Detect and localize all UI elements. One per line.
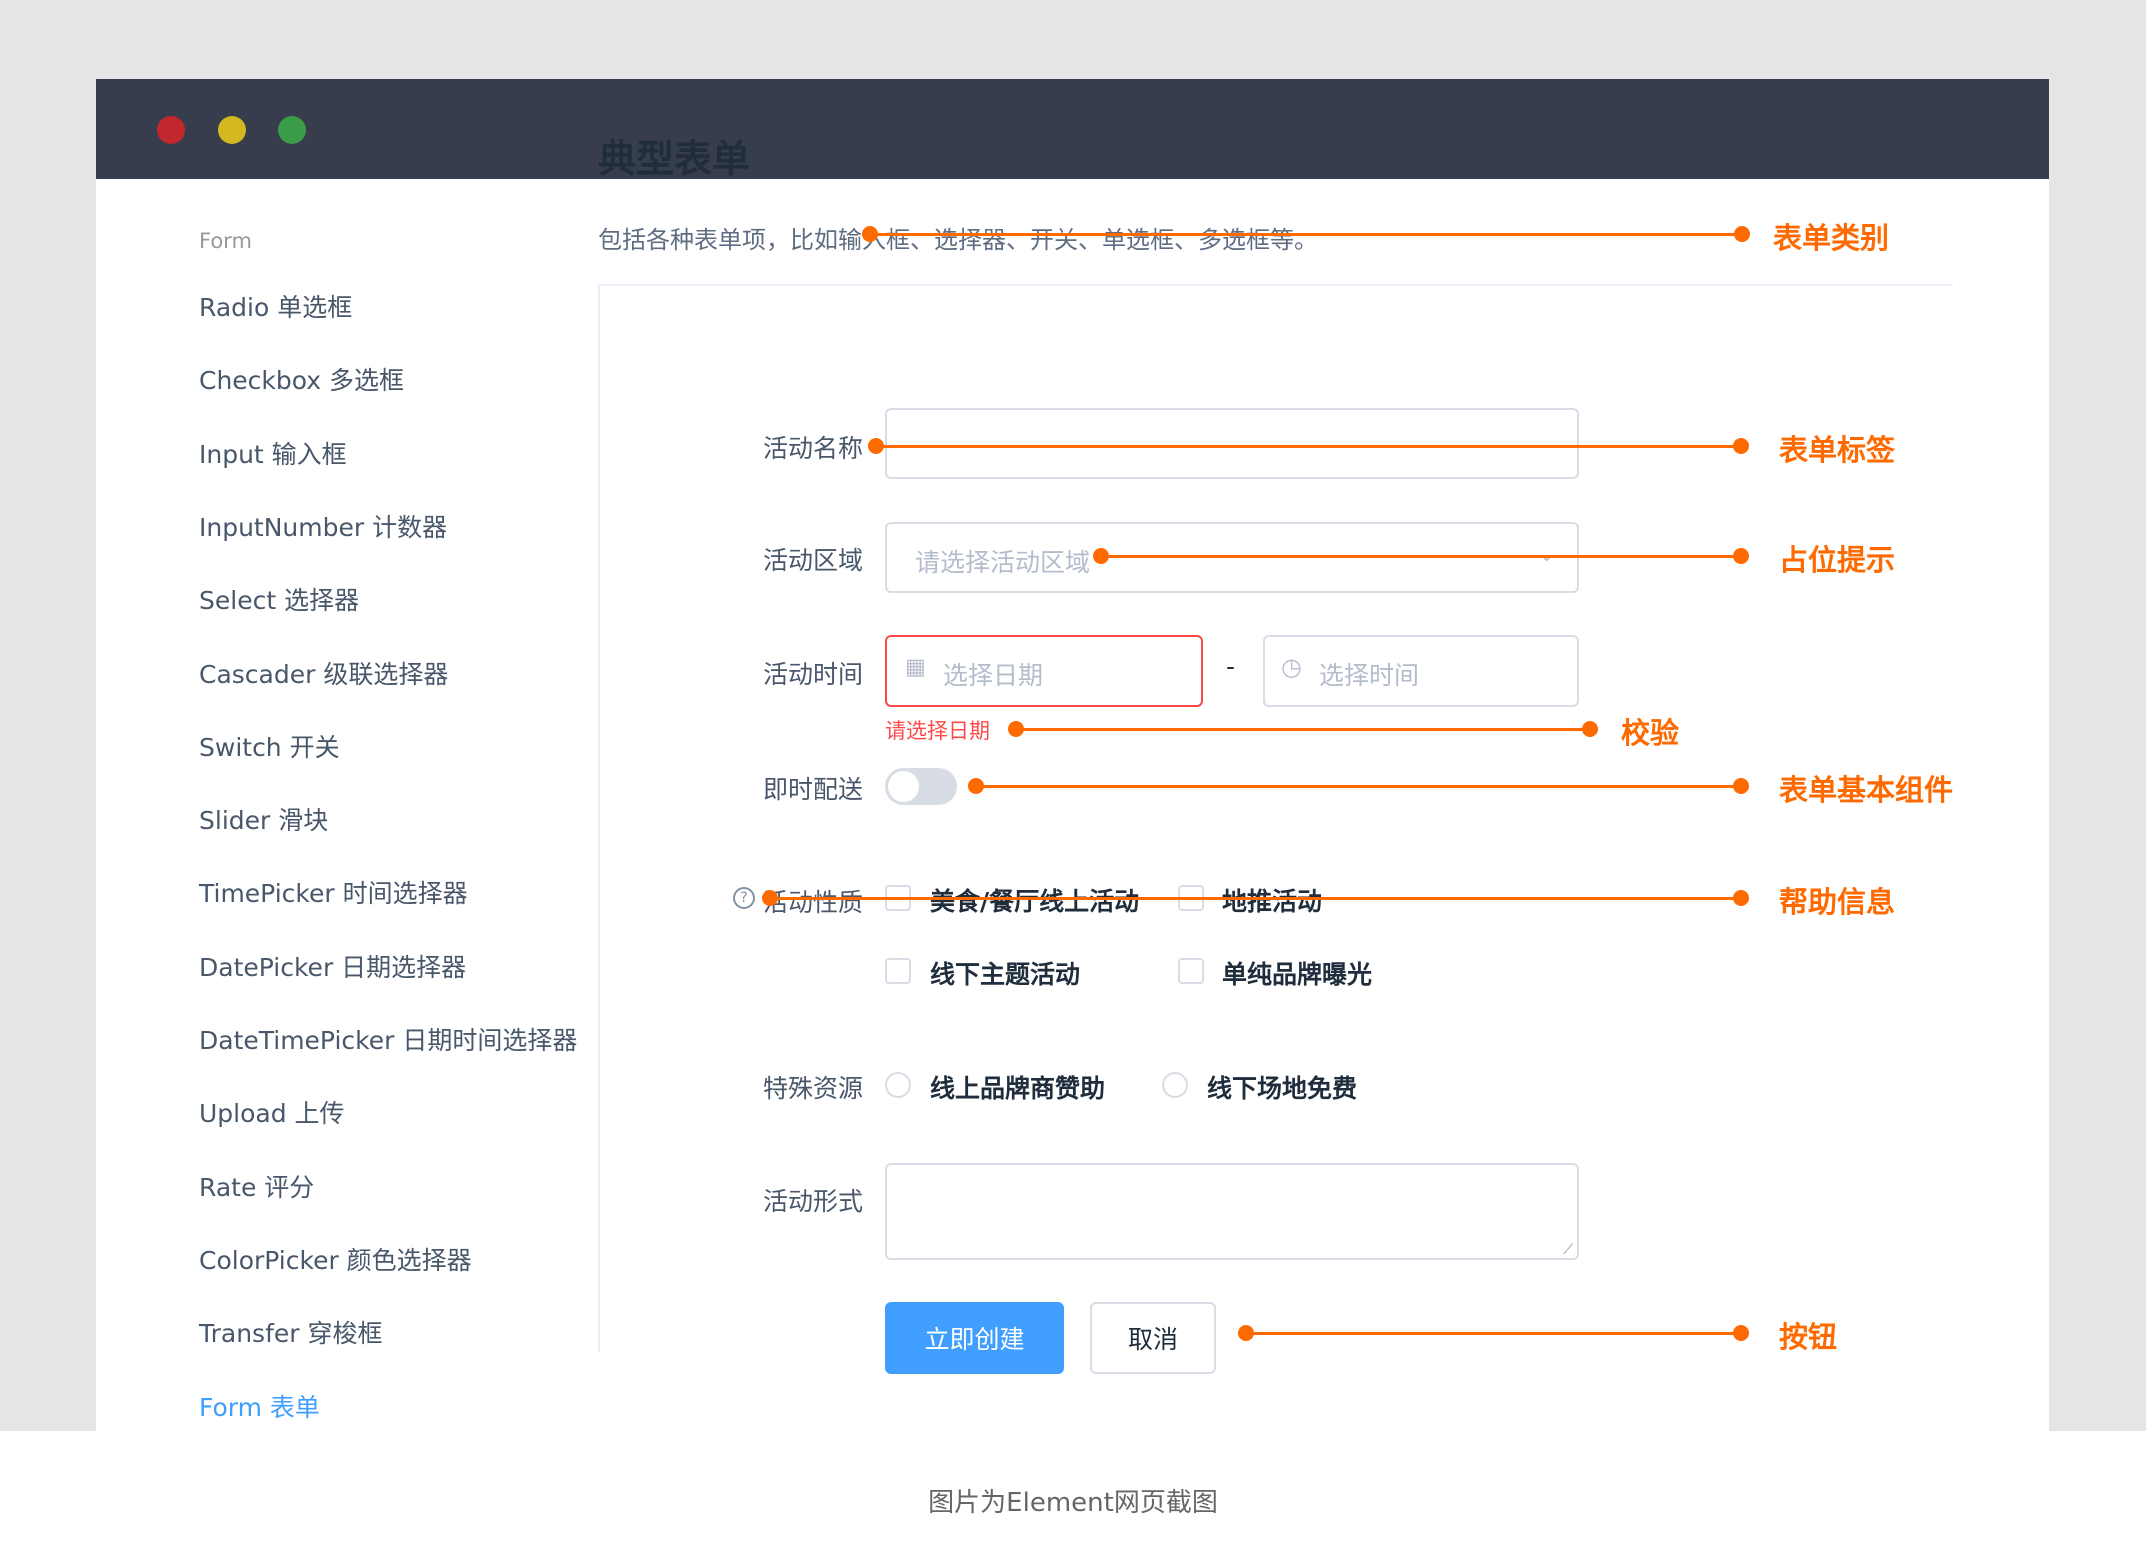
sidebar-item[interactable]: Cascader 级联选择器 — [199, 655, 448, 691]
radio-label: 线上品牌商赞助 — [930, 1074, 1106, 1103]
sidebar-item[interactable]: Transfer 穿梭框 — [199, 1314, 382, 1350]
annotation-dot — [1582, 721, 1598, 737]
label-region: 活动区域 — [762, 546, 863, 575]
annotation-line — [870, 233, 1742, 236]
title-bar — [96, 79, 2049, 179]
annotation-dot — [1733, 890, 1749, 906]
sidebar-item[interactable]: DateTimePicker 日期时间选择器 — [199, 1021, 577, 1057]
name-input[interactable] — [885, 408, 1579, 479]
validation-error: 请选择日期 — [885, 719, 990, 743]
annotation-dot — [1733, 778, 1749, 794]
time-picker[interactable]: ◷ 选择时间 — [1263, 635, 1579, 707]
annotation-dot — [1733, 438, 1749, 454]
annotation-label-label: 表单标签 — [1779, 433, 1896, 467]
sidebar-heading: Form — [199, 229, 252, 253]
delivery-switch[interactable] — [885, 768, 957, 805]
label-delivery: 即时配送 — [762, 775, 863, 804]
annotation-dot — [968, 778, 984, 794]
sidebar-item[interactable]: DatePicker 日期选择器 — [199, 948, 466, 984]
label-name: 活动名称 — [762, 434, 863, 463]
checkbox-label: 单纯品牌曝光 — [1222, 960, 1373, 989]
sidebar-item[interactable]: Select 选择器 — [199, 581, 359, 617]
radio-label: 线下场地免费 — [1207, 1074, 1358, 1103]
annotation-label-validation: 校验 — [1621, 716, 1680, 750]
annotation-label-help: 帮助信息 — [1779, 885, 1896, 919]
annotation-line — [1246, 1332, 1741, 1335]
annotation-line — [1016, 728, 1590, 731]
sidebar-item[interactable]: TimePicker 时间选择器 — [199, 874, 468, 910]
page-description: 包括各种表单项，比如输入框、选择器、开关、单选框、多选框等。 — [598, 226, 1318, 254]
date-placeholder: 选择日期 — [943, 661, 1044, 690]
annotation-line — [770, 897, 1741, 900]
checkbox[interactable] — [885, 958, 911, 984]
sidebar-item[interactable]: Upload 上传 — [199, 1094, 345, 1130]
time-placeholder: 选择时间 — [1319, 661, 1420, 690]
checkbox-label: 地推活动 — [1222, 887, 1323, 916]
annotation-label-component: 表单基本组件 — [1779, 773, 1954, 807]
annotation-dot — [1733, 1325, 1749, 1341]
sidebar-item[interactable]: Rate 评分 — [199, 1168, 314, 1204]
annotation-dot — [1008, 721, 1024, 737]
checkbox-label: 美食/餐厅线上活动 — [930, 887, 1140, 916]
label-desc: 活动形式 — [762, 1187, 863, 1216]
annotation-label-button: 按钮 — [1779, 1320, 1838, 1354]
calendar-icon: ▦ — [905, 655, 926, 680]
cancel-button[interactable]: 取消 — [1090, 1302, 1216, 1374]
checkbox[interactable] — [1178, 958, 1204, 984]
caption: 图片为Element网页截图 — [928, 1488, 1218, 1518]
close-dot[interactable] — [157, 116, 185, 144]
switch-knob — [888, 771, 919, 802]
annotation-line — [876, 445, 1741, 448]
sidebar-item[interactable]: Radio 单选框 — [199, 288, 352, 324]
maximize-dot[interactable] — [278, 116, 306, 144]
radio[interactable] — [1162, 1072, 1188, 1098]
checkbox-label: 线下主题活动 — [930, 960, 1081, 989]
minimize-dot[interactable] — [218, 116, 246, 144]
annotation-dot — [1733, 548, 1749, 564]
submit-button[interactable]: 立即创建 — [885, 1302, 1064, 1374]
desc-textarea[interactable]: ⟋ — [885, 1163, 1579, 1260]
label-resource: 特殊资源 — [762, 1074, 863, 1103]
resize-handle-icon[interactable]: ⟋ — [1563, 1242, 1573, 1258]
radio[interactable] — [885, 1072, 911, 1098]
chevron-down-icon: ⌄ — [1538, 542, 1555, 566]
annotation-label-placeholder: 占位提示 — [1779, 543, 1896, 577]
page-title: 典型表单 — [598, 137, 751, 181]
sidebar-item[interactable]: Checkbox 多选框 — [199, 361, 404, 397]
annotation-dot — [1238, 1325, 1254, 1341]
time-separator: - — [1226, 652, 1236, 681]
sidebar-item[interactable]: Switch 开关 — [199, 728, 340, 764]
annotation-line — [976, 785, 1741, 788]
date-picker[interactable]: ▦ 选择日期 — [885, 635, 1203, 707]
sidebar-item[interactable]: Input 输入框 — [199, 435, 347, 471]
sidebar-item[interactable]: ColorPicker 颜色选择器 — [199, 1241, 472, 1277]
clock-icon: ◷ — [1281, 653, 1302, 681]
label-time: 活动时间 — [762, 660, 863, 689]
annotation-line — [1101, 555, 1741, 558]
annotation-dot — [862, 226, 878, 242]
annotation-dot — [762, 890, 778, 906]
annotation-dot — [1734, 226, 1750, 242]
annotation-dot — [1093, 548, 1109, 564]
annotation-label-category: 表单类别 — [1773, 221, 1890, 255]
annotation-dot — [868, 438, 884, 454]
sidebar-item[interactable]: InputNumber 计数器 — [199, 508, 447, 544]
sidebar-item[interactable]: Slider 滑块 — [199, 801, 328, 837]
sidebar-item[interactable]: Form 表单 — [199, 1388, 320, 1424]
region-placeholder: 请选择活动区域 — [915, 548, 1091, 577]
